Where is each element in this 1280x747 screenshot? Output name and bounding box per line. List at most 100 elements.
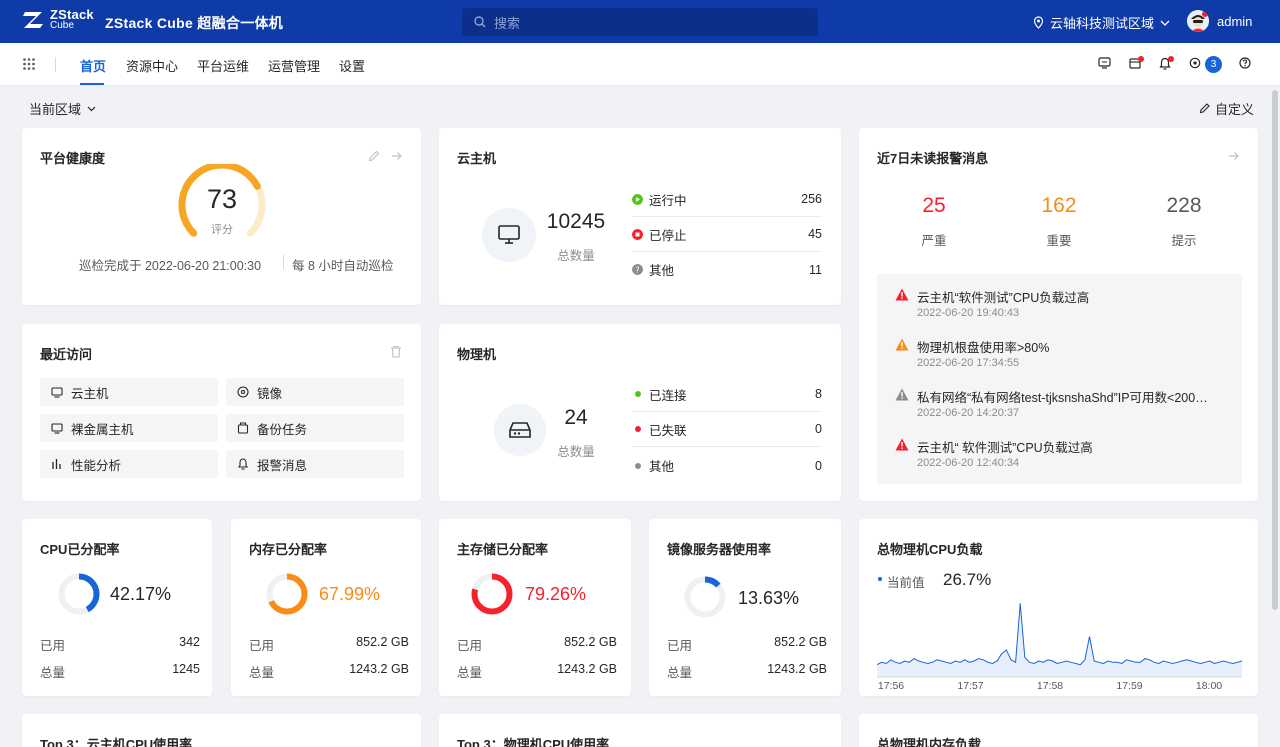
top3-vm-cpu-title: Top 3：云主机CPU使用率 <box>40 737 193 747</box>
x-tick-label: 17:58 <box>1037 680 1063 691</box>
user-menu[interactable]: admin <box>1187 10 1252 32</box>
alarm-info-label: 提示 <box>1171 234 1197 248</box>
bell-notification-dot <box>1168 56 1174 62</box>
vm-icon-circle <box>482 208 536 262</box>
chevron-down-icon <box>1160 20 1170 26</box>
backup-icon <box>237 422 249 434</box>
alarms-title: 近7日未读报警消息 <box>877 151 989 166</box>
bell-icon <box>237 458 249 470</box>
alarm-item[interactable]: 私有网络“私有网络test-tjksnshaShd”IP可用数<200… 202… <box>895 387 1235 423</box>
scrollbar-track[interactable] <box>1271 86 1280 747</box>
total-label: 总量 <box>40 666 66 680</box>
usage-card-cpu: CPU已分配率 42.17% 已用 342 总量 1245 <box>22 519 212 696</box>
logo[interactable]: ZStack Cube <box>22 8 94 31</box>
health-interval: 每 8 小时自动巡检 <box>292 259 394 273</box>
health-check-time: 巡检完成于 2022-06-20 21:00:30 <box>79 259 262 273</box>
nav-item-resources[interactable]: 资源中心 <box>126 56 178 75</box>
recent-item-performance[interactable]: 性能分析 <box>40 450 218 478</box>
x-tick-label: 17:59 <box>1116 680 1142 691</box>
recent-item-baremetal[interactable]: 裸金属主机 <box>40 414 218 442</box>
main-nav: 首页 资源中心 平台运维 运营管理 设置 <box>0 43 1280 86</box>
nav-item-operations-mgmt[interactable]: 运营管理 <box>268 56 320 75</box>
warning-info-icon <box>895 388 909 401</box>
arrow-right-icon[interactable] <box>391 150 403 162</box>
used-value: 852.2 GB <box>774 635 827 649</box>
monitor-icon <box>51 386 63 398</box>
edit-icon[interactable] <box>368 150 380 162</box>
bell-icon[interactable] <box>1159 56 1174 73</box>
alarm-item[interactable]: 物理机根盘使用率>80% 2022-06-20 17:34:55 <box>895 337 1235 373</box>
scrollbar-thumb[interactable] <box>1272 90 1278 610</box>
alarm-time: 2022-06-20 12:40:34 <box>917 457 1020 469</box>
alarm-critical-count[interactable]: 25 <box>894 194 974 218</box>
region-name: 云轴科技测试区域 <box>1050 16 1155 31</box>
recent-item-vm[interactable]: 云主机 <box>40 378 218 406</box>
legend-dot <box>878 577 882 581</box>
alarm-info-count[interactable]: 228 <box>1144 194 1224 218</box>
arrow-right-icon[interactable] <box>1228 150 1240 162</box>
top3-host-cpu-title: Top 3：物理机CPU使用率 <box>457 737 610 747</box>
console-icon[interactable] <box>1098 57 1111 72</box>
alarm-text: 云主机“软件测试”CPU负载过高 <box>917 291 1090 305</box>
vm-stat-stopped[interactable]: 已停止 45 <box>632 217 822 252</box>
bar-chart-icon <box>52 459 61 469</box>
nav-item-ops[interactable]: 平台运维 <box>197 56 249 75</box>
x-tick-label: 17:57 <box>957 680 983 691</box>
question-icon: ? <box>632 264 643 275</box>
recent-item-image[interactable]: 镜像 <box>226 378 404 406</box>
alarms-card: 近7日未读报警消息 25 严重 162 重要 228 提示 云主机“软件测试”C… <box>859 128 1258 501</box>
cpu-load-current: 26.7% <box>943 570 992 589</box>
used-label: 已用 <box>249 639 275 653</box>
recent-item-label: 云主机 <box>71 386 109 401</box>
nav-active-indicator <box>80 83 104 85</box>
top-bar: ZStack Cube ZStack Cube 超融合一体机 搜索 云轴科技测试… <box>0 0 1280 43</box>
usage-total: 总量 1245 <box>40 662 200 681</box>
vm-stat-other[interactable]: ? 其他 11 <box>632 252 822 287</box>
alarm-text: 私有网络“私有网络test-tjksnshaShd”IP可用数<200… <box>917 391 1208 405</box>
recent-item-label: 裸金属主机 <box>71 422 134 437</box>
help-icon[interactable] <box>1239 57 1251 72</box>
edit-icon <box>1199 103 1210 114</box>
stat-label: 已失联 <box>649 423 687 438</box>
alarm-item[interactable]: 云主机“软件测试”CPU负载过高 2022-06-20 19:40:43 <box>895 287 1235 323</box>
recent-item-label: 备份任务 <box>257 422 308 437</box>
calendar-icon[interactable] <box>1129 56 1144 72</box>
search-icon <box>474 16 486 28</box>
stat-value: 0 <box>815 422 822 436</box>
used-value: 342 <box>179 635 200 649</box>
usage-used: 已用 852.2 GB <box>457 635 617 654</box>
task-icon[interactable] <box>1189 57 1201 72</box>
region-selector[interactable]: 云轴科技测试区域 <box>1033 13 1170 32</box>
stat-value: 0 <box>815 458 822 473</box>
recent-item-alarm[interactable]: 报警消息 <box>226 450 404 478</box>
total-label: 总量 <box>457 666 483 680</box>
nav-item-settings[interactable]: 设置 <box>339 56 365 75</box>
app-grid-icon[interactable] <box>23 58 35 70</box>
usage-title: CPU已分配率 <box>40 542 120 557</box>
host-stat-disconnected[interactable]: 已失联 0 <box>632 412 822 447</box>
app-title: ZStack Cube 超融合一体机 <box>105 15 284 31</box>
total-value: 1245 <box>172 662 200 676</box>
recent-item-label: 镜像 <box>257 386 283 401</box>
host-stat-other[interactable]: 其他 0 <box>632 448 822 483</box>
customize-button[interactable]: 自定义 <box>1199 99 1254 118</box>
x-tick-label: 18:00 <box>1196 680 1222 691</box>
usage-title: 镜像服务器使用率 <box>667 542 772 557</box>
host-stat-connected[interactable]: 已连接 8 <box>632 377 822 412</box>
alarm-item[interactable]: 云主机“ 软件测试”CPU负载过高 2022-06-20 12:40:34 <box>895 437 1235 473</box>
usage-used: 已用 852.2 GB <box>249 635 409 654</box>
vm-total-label: 总数量 <box>557 249 595 263</box>
health-card: 平台健康度 73 评分 巡检完成于 2022-06-20 21:00:30 每 … <box>22 128 421 305</box>
recent-item-backup[interactable]: 备份任务 <box>226 414 404 442</box>
current-region-dropdown[interactable]: 当前区域 <box>29 99 96 118</box>
alarm-major-count[interactable]: 162 <box>1019 194 1099 218</box>
nav-item-home[interactable]: 首页 <box>80 56 106 75</box>
trash-icon[interactable] <box>390 345 402 358</box>
search-input[interactable]: 搜索 <box>462 8 818 36</box>
vm-stat-running[interactable]: 运行中 256 <box>632 182 822 217</box>
usage-percent: 42.17% <box>110 584 172 604</box>
total-value: 1243.2 GB <box>349 662 409 676</box>
username: admin <box>1217 13 1253 29</box>
usage-card-memory: 内存已分配率 67.99% 已用 852.2 GB 总量 1243.2 GB <box>231 519 421 696</box>
stat-label: 其他 <box>649 264 675 278</box>
